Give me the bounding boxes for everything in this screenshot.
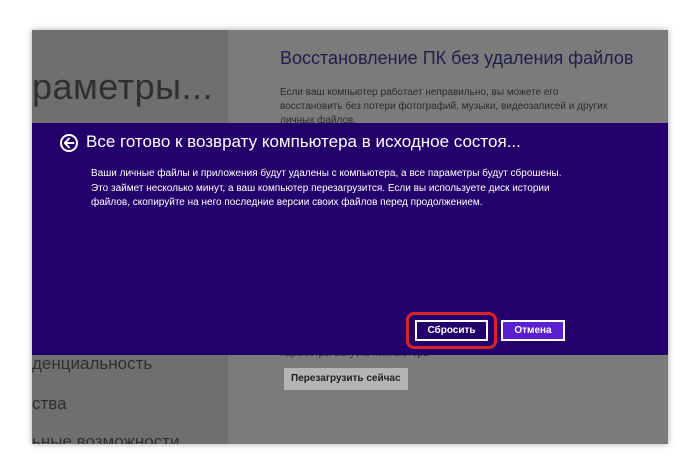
reset-button[interactable]: Сбросить: [415, 320, 488, 341]
reset-dialog: [32, 123, 668, 355]
settings-page-title: раметры...: [32, 66, 214, 107]
cancel-button[interactable]: Отмена: [501, 320, 565, 341]
section-description: Если ваш компьютер работает неправильно,…: [280, 87, 608, 126]
back-arrow-icon[interactable]: [60, 134, 78, 152]
dialog-body-text: Ваши личные файлы и приложения будут уда…: [91, 168, 562, 208]
settings-nav-item[interactable]: ства: [32, 394, 67, 414]
dialog-title: Все готово к возврату компьютера в исход…: [86, 132, 521, 151]
back-arrow-glyph: [63, 137, 75, 149]
restart-now-button[interactable]: Перезагрузить сейчас: [284, 368, 408, 390]
settings-nav-item[interactable]: денциальность: [32, 354, 152, 374]
settings-nav-item[interactable]: ьные возможности: [32, 432, 180, 444]
section-title: Восстановление ПК без удаления файлов: [280, 48, 634, 68]
